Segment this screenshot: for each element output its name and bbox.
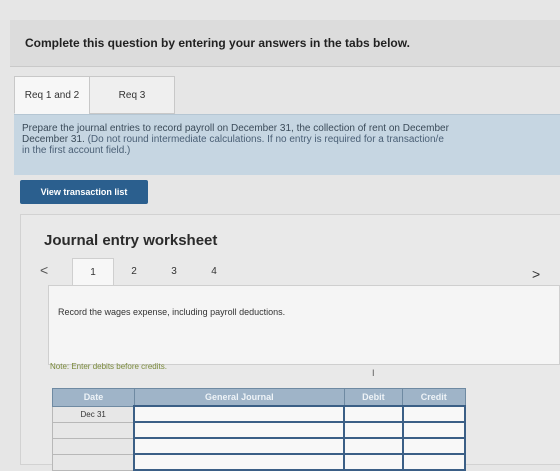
transaction-instruction: Record the wages expense, including payr… bbox=[58, 307, 286, 317]
debit-field[interactable] bbox=[343, 437, 404, 455]
transaction-instruction-box bbox=[48, 285, 560, 365]
worksheet-title: Journal entry worksheet bbox=[44, 232, 218, 249]
debit-field[interactable] bbox=[343, 421, 404, 439]
info-line-2-note: (Do not round intermediate calculations.… bbox=[87, 134, 444, 145]
journal-header-row: Date General Journal Debit Credit bbox=[52, 388, 466, 407]
page-instruction: Complete this question by entering your … bbox=[25, 36, 410, 50]
page-tab-1[interactable]: 1 bbox=[72, 258, 114, 285]
date-cell[interactable]: Dec 31 bbox=[52, 405, 135, 423]
text-cursor-icon: I bbox=[372, 368, 375, 378]
page-tab-2[interactable]: 2 bbox=[114, 258, 154, 284]
info-line-2-date: December 31. bbox=[22, 134, 88, 145]
credit-field[interactable] bbox=[401, 405, 467, 423]
entry-note: Note: Enter debits before credits. bbox=[50, 362, 167, 371]
page-tab-4[interactable]: 4 bbox=[194, 258, 234, 284]
page-tab-3[interactable]: 3 bbox=[154, 258, 194, 284]
credit-field[interactable] bbox=[401, 437, 467, 455]
chevron-right-icon[interactable]: > bbox=[532, 266, 540, 282]
date-cell[interactable] bbox=[52, 437, 135, 455]
worksheet-page-tabs: 1 2 3 4 bbox=[72, 258, 234, 285]
info-line-2: December 31. (Do not round intermediate … bbox=[22, 134, 560, 145]
info-text: Prepare the journal entries to record pa… bbox=[22, 123, 560, 156]
info-panel: Prepare the journal entries to record pa… bbox=[14, 114, 560, 175]
account-field[interactable] bbox=[133, 421, 346, 439]
table-row bbox=[52, 437, 467, 455]
table-row bbox=[52, 453, 467, 471]
tab-req-1-and-2[interactable]: Req 1 and 2 bbox=[14, 76, 90, 114]
info-line-1: Prepare the journal entries to record pa… bbox=[22, 123, 449, 134]
account-field[interactable] bbox=[133, 453, 346, 471]
column-general-journal: General Journal bbox=[133, 388, 345, 407]
column-date: Date bbox=[52, 388, 135, 407]
debit-field[interactable] bbox=[343, 453, 404, 471]
debit-field[interactable] bbox=[343, 405, 404, 423]
account-field[interactable] bbox=[133, 437, 346, 455]
info-line-3: in the first account field.) bbox=[22, 145, 131, 156]
view-transaction-list-button[interactable]: View transaction list bbox=[20, 180, 148, 204]
journal-table: Date General Journal Debit Credit Dec 31 bbox=[52, 388, 467, 471]
column-credit: Credit bbox=[402, 388, 466, 407]
credit-field[interactable] bbox=[401, 421, 467, 439]
requirement-tabs: Req 1 and 2 Req 3 bbox=[14, 76, 175, 114]
chevron-left-icon[interactable]: < bbox=[40, 262, 48, 278]
table-row bbox=[52, 421, 467, 439]
tab-req-3[interactable]: Req 3 bbox=[89, 76, 175, 114]
table-row: Dec 31 bbox=[52, 405, 467, 423]
column-debit: Debit bbox=[343, 388, 404, 407]
date-cell[interactable] bbox=[52, 453, 135, 471]
date-cell[interactable] bbox=[52, 421, 135, 439]
account-field[interactable] bbox=[133, 405, 346, 423]
credit-field[interactable] bbox=[401, 453, 467, 471]
